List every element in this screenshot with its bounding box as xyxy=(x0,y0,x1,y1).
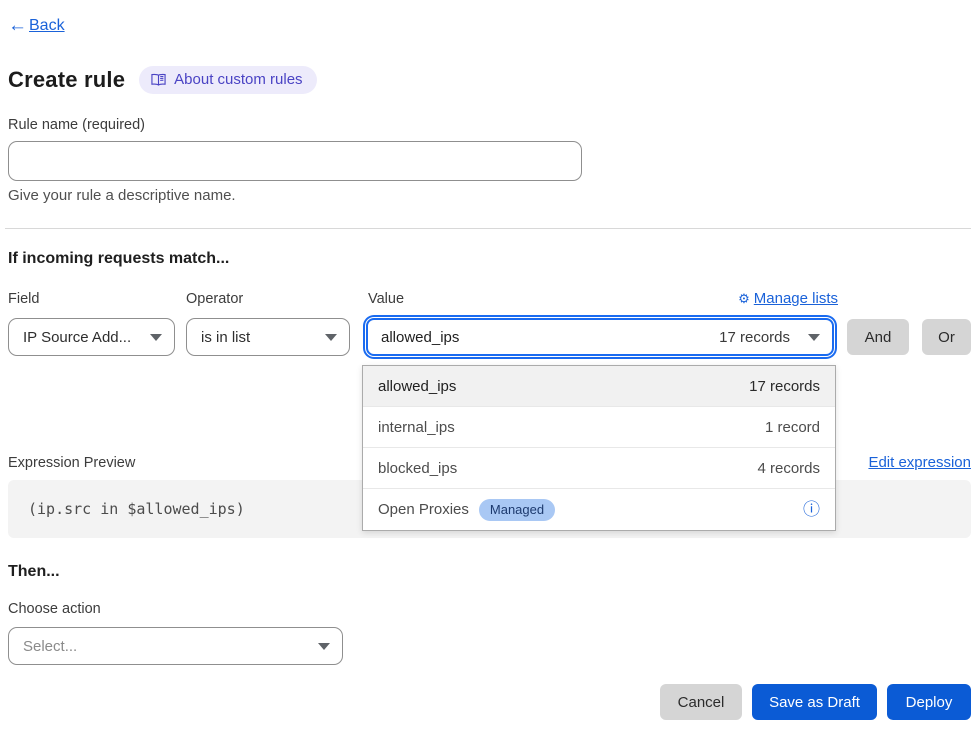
back-arrow-icon: ← xyxy=(8,16,27,35)
operator-label: Operator xyxy=(186,291,243,307)
value-selected-text: allowed_ips xyxy=(381,329,459,346)
action-select[interactable]: Select... xyxy=(8,627,343,665)
chevron-down-icon xyxy=(150,334,162,341)
operator-select[interactable]: is in list xyxy=(186,318,350,356)
title-row: Create rule About custom rules xyxy=(8,66,317,94)
expression-preview-label: Expression Preview xyxy=(8,455,135,471)
edit-expression-label: Edit expression xyxy=(868,454,971,471)
chevron-down-icon xyxy=(808,334,820,341)
operator-select-value: is in list xyxy=(201,329,250,346)
manage-lists-link[interactable]: ⚙ Manage lists xyxy=(560,290,838,307)
about-badge-label: About custom rules xyxy=(174,71,302,88)
list-item-blocked-ips[interactable]: blocked_ips 4 records xyxy=(363,448,835,489)
chevron-down-icon xyxy=(325,334,337,341)
save-as-draft-button[interactable]: Save as Draft xyxy=(752,684,877,720)
list-item-records: 17 records xyxy=(749,378,820,395)
rule-name-input[interactable] xyxy=(8,141,582,181)
choose-action-label: Choose action xyxy=(8,601,101,617)
about-custom-rules-badge[interactable]: About custom rules xyxy=(139,66,316,94)
deploy-button[interactable]: Deploy xyxy=(887,684,971,720)
list-item-name: allowed_ips xyxy=(378,378,456,395)
list-item-name: Open Proxies xyxy=(378,501,469,518)
gear-icon: ⚙ xyxy=(738,291,750,306)
and-button[interactable]: And xyxy=(847,319,909,355)
back-label: Back xyxy=(29,17,65,35)
back-link[interactable]: ←Back xyxy=(8,16,65,35)
rule-name-helper-text: Give your rule a descriptive name. xyxy=(8,187,236,204)
book-icon xyxy=(151,73,166,87)
lists-dropdown-menu: allowed_ips 17 records internal_ips 1 re… xyxy=(362,365,836,531)
cancel-button[interactable]: Cancel xyxy=(660,684,742,720)
section-divider xyxy=(5,228,971,229)
list-item-records: 1 record xyxy=(765,419,820,436)
create-rule-page: ←Back Create rule About custom rules Rul… xyxy=(0,0,979,739)
value-records-count: 17 records xyxy=(719,329,790,346)
or-button[interactable]: Or xyxy=(922,319,971,355)
list-item-name: blocked_ips xyxy=(378,460,457,477)
list-item-open-proxies[interactable]: Open Proxies Managed ⓘ xyxy=(363,489,835,530)
chevron-down-icon xyxy=(318,643,330,650)
field-label: Field xyxy=(8,291,39,307)
list-item-allowed-ips[interactable]: allowed_ips 17 records xyxy=(363,366,835,407)
rule-name-label: Rule name (required) xyxy=(8,117,145,133)
manage-lists-label: Manage lists xyxy=(754,290,838,307)
action-select-placeholder: Select... xyxy=(23,638,77,655)
list-item-records: 4 records xyxy=(757,460,820,477)
page-title: Create rule xyxy=(8,67,125,93)
value-combobox[interactable]: allowed_ips 17 records xyxy=(366,318,834,356)
match-section-heading: If incoming requests match... xyxy=(8,250,229,268)
list-item-name: internal_ips xyxy=(378,419,455,436)
managed-badge: Managed xyxy=(479,499,555,521)
list-item-internal-ips[interactable]: internal_ips 1 record xyxy=(363,407,835,448)
field-select-value: IP Source Add... xyxy=(23,329,131,346)
field-select[interactable]: IP Source Add... xyxy=(8,318,175,356)
expression-code: (ip.src in $allowed_ips) xyxy=(28,500,245,518)
then-section-heading: Then... xyxy=(8,563,60,581)
info-icon[interactable]: ⓘ xyxy=(803,501,820,518)
value-label: Value xyxy=(368,291,404,307)
